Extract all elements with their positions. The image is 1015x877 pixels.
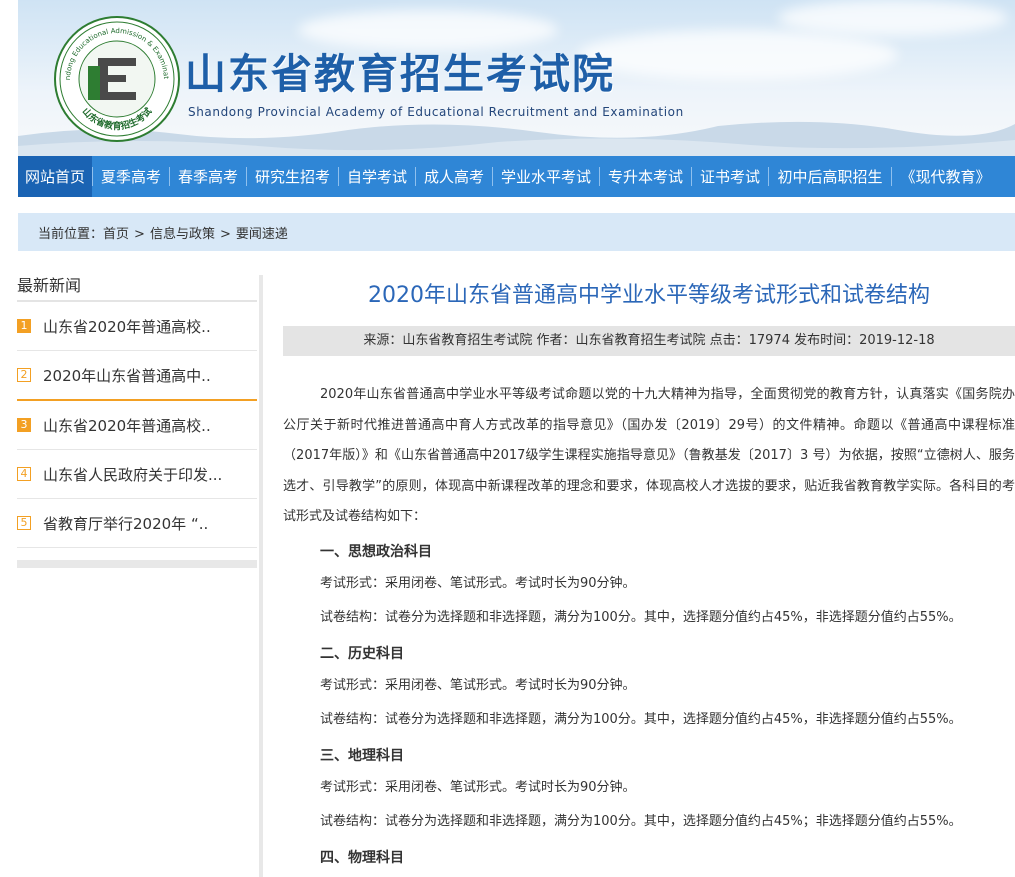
paper-structure-text: 试卷结构：试卷分为选择题和非选择题，满分为100分。其中，选择题分值约占45%，… [320,609,962,625]
news-item-title: 2020年山东省普通高中.. [43,366,211,385]
nav-item-proficiency-exam[interactable]: 学业水平考试 [493,156,599,197]
news-item[interactable]: 1 山东省2020年普通高校.. [17,302,257,351]
news-item-title: 山东省2020年普通高校.. [43,416,211,435]
article-meta: 来源：山东省教育招生考试院 作者：山东省教育招生考试院 点击：17974 发布时… [283,326,1015,356]
nav-item-self-study-exam[interactable]: 自学考试 [339,156,415,197]
nav-item-summer-exam[interactable]: 夏季高考 [93,156,169,197]
news-number-badge: 3 [17,418,31,432]
breadcrumb-separator: > [219,226,231,242]
news-number-badge: 1 [17,319,31,333]
latest-news-sidebar: 最新新闻 1 山东省2020年普通高校.. 2 2020年山东省普通高中.. 3… [17,268,257,568]
breadcrumb-news-link[interactable]: 要闻速递 [236,227,288,242]
news-number-badge: 2 [17,368,31,382]
news-number-badge: 5 [17,516,31,530]
sidebar-bottom-bar [17,560,257,568]
nav-item-postgrad-exam[interactable]: 研究生招考 [247,156,338,197]
sidebar-divider [259,275,263,877]
news-item-title: 山东省2020年普通高校.. [43,317,211,336]
nav-item-home[interactable]: 网站首页 [18,156,92,197]
news-item[interactable]: 3 山东省2020年普通高校.. [17,401,257,450]
nav-item-adult-exam[interactable]: 成人高考 [416,156,492,197]
paper-structure-text: 试卷结构：试卷分为选择题和非选择题，满分为100分。其中，选择题分值约占45%，… [320,711,962,727]
paper-structure-text: 试卷结构：试卷分为选择题和非选择题，满分为100分。其中，选择题分值约占45%；… [320,813,962,829]
nav-item-upgrade-exam[interactable]: 专升本考试 [600,156,691,197]
exam-form-text: 考试形式：采用闭卷、笔试形式。考试时长为90分钟。 [320,575,636,591]
breadcrumb-info-policy-link[interactable]: 信息与政策 [150,227,215,242]
header-cloud [578,30,898,80]
main-nav: 网站首页 夏季高考 春季高考 研究生招考 自学考试 成人高考 学业水平考试 专升… [18,156,1015,197]
site-subtitle: Shandong Provincial Academy of Education… [188,105,684,119]
news-item-title: 山东省人民政府关于印发... [43,465,223,484]
academy-logo-seal: Shandong Educational Admission & Examina… [52,14,180,142]
section-heading: 一、思想政治科目 [320,543,432,560]
section-heading: 四、物理科目 [320,849,404,866]
news-item[interactable]: 5 省教育厅举行2020年 “.. [17,499,257,548]
site-header: Shandong Educational Admission & Examina… [18,0,1015,156]
nav-item-vocational-admission[interactable]: 初中后高职招生 [769,156,891,197]
section-heading: 二、历史科目 [320,645,404,662]
breadcrumb: 当前位置：首页 > 信息与政策 > 要闻速递 [18,213,1015,251]
breadcrumb-prefix: 当前位置： [38,226,104,242]
exam-form-text: 考试形式：采用闭卷、笔试形式。考试时长为90分钟。 [320,677,636,693]
section-heading: 三、地理科目 [320,747,404,764]
article-body: 2020年山东省普通高中学业水平等级考试命题以党的十九大精神为指导，全面贯彻党的… [283,380,1015,873]
news-number-badge: 4 [17,467,31,481]
nav-item-certificate-exam[interactable]: 证书考试 [692,156,768,197]
news-item[interactable]: 4 山东省人民政府关于印发... [17,450,257,499]
site-title: 山东省教育招生考试院 [185,50,615,98]
exam-form-text: 考试形式：采用闭卷、笔试形式。考试时长为90分钟。 [320,779,636,795]
breadcrumb-separator: > [134,226,145,242]
article-intro: 2020年山东省普通高中学业水平等级考试命题以党的十九大精神为指导，全面贯彻党的… [283,387,1015,524]
sidebar-title: 最新新闻 [17,268,257,302]
nav-item-spring-exam[interactable]: 春季高考 [170,156,246,197]
header-cloud [778,0,1008,36]
breadcrumb-home-link[interactable]: 首页 [103,227,129,242]
nav-item-modern-education[interactable]: 《现代教育》 [892,156,999,197]
news-item-title: 省教育厅举行2020年 “.. [43,514,209,533]
news-item-active[interactable]: 2 2020年山东省普通高中.. [17,351,257,401]
article-title: 2020年山东省普通高中学业水平等级考试形式和试卷结构 [368,283,930,308]
